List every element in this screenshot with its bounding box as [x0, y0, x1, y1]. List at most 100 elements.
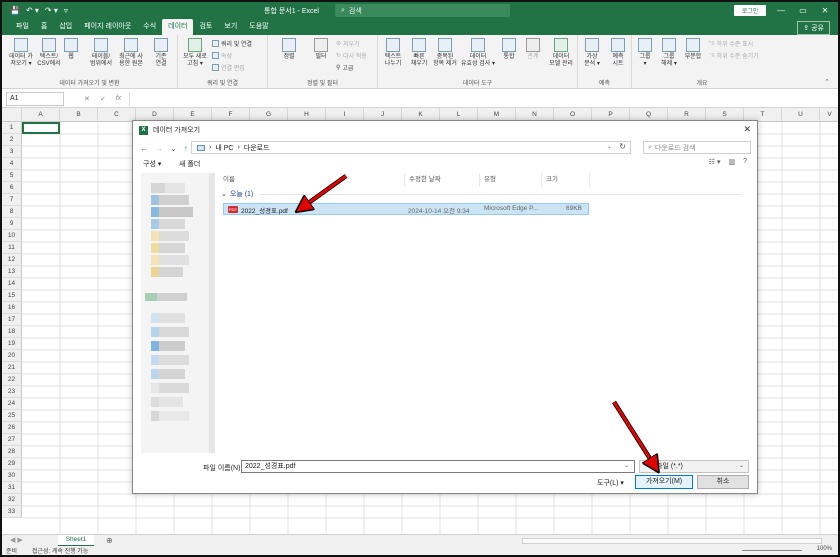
column-header-size[interactable]: 크기 [542, 173, 590, 187]
search-box[interactable]: ⌕ 검색 [335, 4, 510, 17]
select-all-corner[interactable] [2, 108, 22, 122]
filename-input[interactable]: 2022_성경표.pdf [241, 460, 635, 473]
data-validation-button[interactable]: 데이터 유효성 검사 ▾ [460, 38, 496, 68]
queries-connections-button[interactable]: 쿼리 및 연결 [212, 39, 252, 48]
insert-function-icon[interactable]: fx [116, 95, 121, 103]
row-header[interactable]: 10 [2, 230, 22, 242]
forecast-sheet-button[interactable]: 예측 시트 [604, 38, 632, 68]
row-header[interactable]: 29 [2, 458, 22, 470]
column-header[interactable]: B [60, 108, 98, 122]
collapse-ribbon-icon[interactable]: ⌃ [824, 78, 830, 86]
row-header[interactable]: 15 [2, 290, 22, 302]
help-icon[interactable]: ? [743, 158, 747, 166]
file-row[interactable]: PDF 2022_성경표.pdf 2024-10-14 오전 9:34 Micr… [223, 203, 589, 215]
column-header[interactable]: A [22, 108, 60, 122]
column-header[interactable]: V [820, 108, 838, 122]
column-header-type[interactable]: 유형 [480, 173, 542, 187]
clear-filter-button[interactable]: ⊘ 지우기 [336, 39, 360, 48]
row-header[interactable]: 33 [2, 506, 22, 518]
row-header[interactable]: 31 [2, 482, 22, 494]
row-header[interactable]: 3 [2, 146, 22, 158]
cancel-icon[interactable]: ✕ [84, 95, 90, 103]
forward-button[interactable]: → [155, 144, 163, 153]
preview-pane-icon[interactable]: ▥ [728, 158, 735, 166]
row-header[interactable]: 20 [2, 350, 22, 362]
horizontal-scrollbar[interactable] [522, 538, 822, 544]
group-header-today[interactable]: ⌄ 오늘 (1) [221, 189, 741, 199]
column-header-modified[interactable]: 수정한 날짜 [405, 173, 480, 187]
subtotal-button[interactable]: 부분합 [680, 38, 706, 61]
tab-page-layout[interactable]: 페이지 레이아웃 [78, 19, 137, 35]
refresh-icon[interactable]: ↻ [619, 142, 626, 151]
row-header[interactable]: 21 [2, 362, 22, 374]
sort-button[interactable]: 정렬 [274, 38, 304, 61]
filter-button[interactable]: 필터 [306, 38, 336, 61]
row-header[interactable]: 7 [2, 194, 22, 206]
manage-data-model-button[interactable]: 데이터 모델 관리 [544, 38, 578, 68]
selected-cell[interactable] [22, 122, 60, 134]
consolidate-button[interactable]: 통합 [496, 38, 522, 61]
from-web-button[interactable]: 웹 [60, 38, 82, 61]
close-button[interactable]: ✕ [814, 2, 836, 19]
row-header[interactable]: 24 [2, 398, 22, 410]
tab-data[interactable]: 데이터 [162, 19, 194, 35]
save-icon[interactable]: 💾 [10, 6, 20, 15]
row-header[interactable]: 23 [2, 386, 22, 398]
tab-file[interactable]: 파일 [10, 19, 35, 35]
row-header[interactable]: 6 [2, 182, 22, 194]
chevron-down-icon[interactable]: ⌄ [607, 143, 612, 150]
import-button[interactable]: 가져오기(M) [635, 475, 693, 489]
breadcrumb-this-pc[interactable]: 내 PC [215, 143, 233, 153]
undo-icon[interactable]: ↶ ▾ [26, 6, 39, 15]
column-header[interactable]: C [98, 108, 136, 122]
row-header[interactable]: 2 [2, 134, 22, 146]
column-header[interactable]: U [782, 108, 820, 122]
tools-button[interactable]: 도구(L) ▾ [597, 478, 624, 488]
row-header[interactable]: 17 [2, 314, 22, 326]
tab-home[interactable]: 홈 [35, 19, 53, 35]
row-header[interactable]: 26 [2, 422, 22, 434]
tab-view[interactable]: 보기 [218, 19, 243, 35]
zoom-level[interactable]: 100% [817, 546, 832, 552]
chevron-down-icon[interactable]: ⌄ [624, 462, 629, 469]
advanced-filter-button[interactable]: ⚲ 고급 [336, 63, 353, 72]
hide-detail-button[interactable]: ⁻≡ 하위 수준 숨기기 [708, 51, 759, 60]
row-header[interactable]: 18 [2, 326, 22, 338]
customize-qat-icon[interactable]: ▿ [64, 6, 68, 15]
ungroup-button[interactable]: 그룹 해제 ▾ [656, 38, 682, 68]
tab-insert[interactable]: 삽입 [53, 19, 78, 35]
row-header[interactable]: 8 [2, 206, 22, 218]
recent-locations-button[interactable]: ⌄ [170, 144, 177, 153]
breadcrumb-downloads[interactable]: 다운로드 [244, 143, 270, 153]
row-header[interactable]: 12 [2, 254, 22, 266]
row-header[interactable]: 14 [2, 278, 22, 290]
back-button[interactable]: ← [140, 144, 148, 153]
dialog-search-input[interactable]: ⌕ 다운로드 검색 [643, 141, 751, 154]
recent-sources-button[interactable]: 최근에 사 용한 원본 [116, 38, 146, 68]
reapply-button[interactable]: ↻ 다시 적용 [336, 51, 367, 60]
row-header[interactable]: 11 [2, 242, 22, 254]
show-detail-button[interactable]: ⁺≡ 하위 수준 표시 [708, 39, 753, 48]
row-header[interactable]: 13 [2, 266, 22, 278]
row-header[interactable]: 16 [2, 302, 22, 314]
filetype-select[interactable]: 파일 (*.*) ⌄ [639, 460, 749, 473]
refresh-all-button[interactable]: 모두 새로 고침 ▾ [180, 38, 210, 68]
new-folder-button[interactable]: 새 폴더 [179, 159, 200, 169]
tab-review[interactable]: 검토 [193, 19, 218, 35]
row-header[interactable]: 27 [2, 434, 22, 446]
column-header-name[interactable]: 이름 [219, 173, 405, 187]
row-header[interactable]: 25 [2, 410, 22, 422]
view-mode-icon[interactable]: ☷ ▾ [709, 158, 721, 166]
redo-icon[interactable]: ↷ ▾ [45, 6, 58, 15]
row-header[interactable]: 28 [2, 446, 22, 458]
what-if-button[interactable]: 가상 분석 ▾ [578, 38, 606, 68]
cancel-button[interactable]: 취소 [697, 475, 749, 489]
sheet-nav-arrows[interactable]: ◀ ▶ [10, 535, 23, 546]
row-header[interactable]: 30 [2, 470, 22, 482]
group-button[interactable]: 그룹 ▾ [632, 38, 658, 68]
tab-help[interactable]: 도움말 [243, 19, 274, 35]
row-header[interactable]: 19 [2, 338, 22, 350]
row-header[interactable]: 9 [2, 218, 22, 230]
from-table-range-button[interactable]: 테이블/ 범위에서 [86, 38, 116, 68]
relationships-button[interactable]: 관계 [520, 38, 546, 61]
